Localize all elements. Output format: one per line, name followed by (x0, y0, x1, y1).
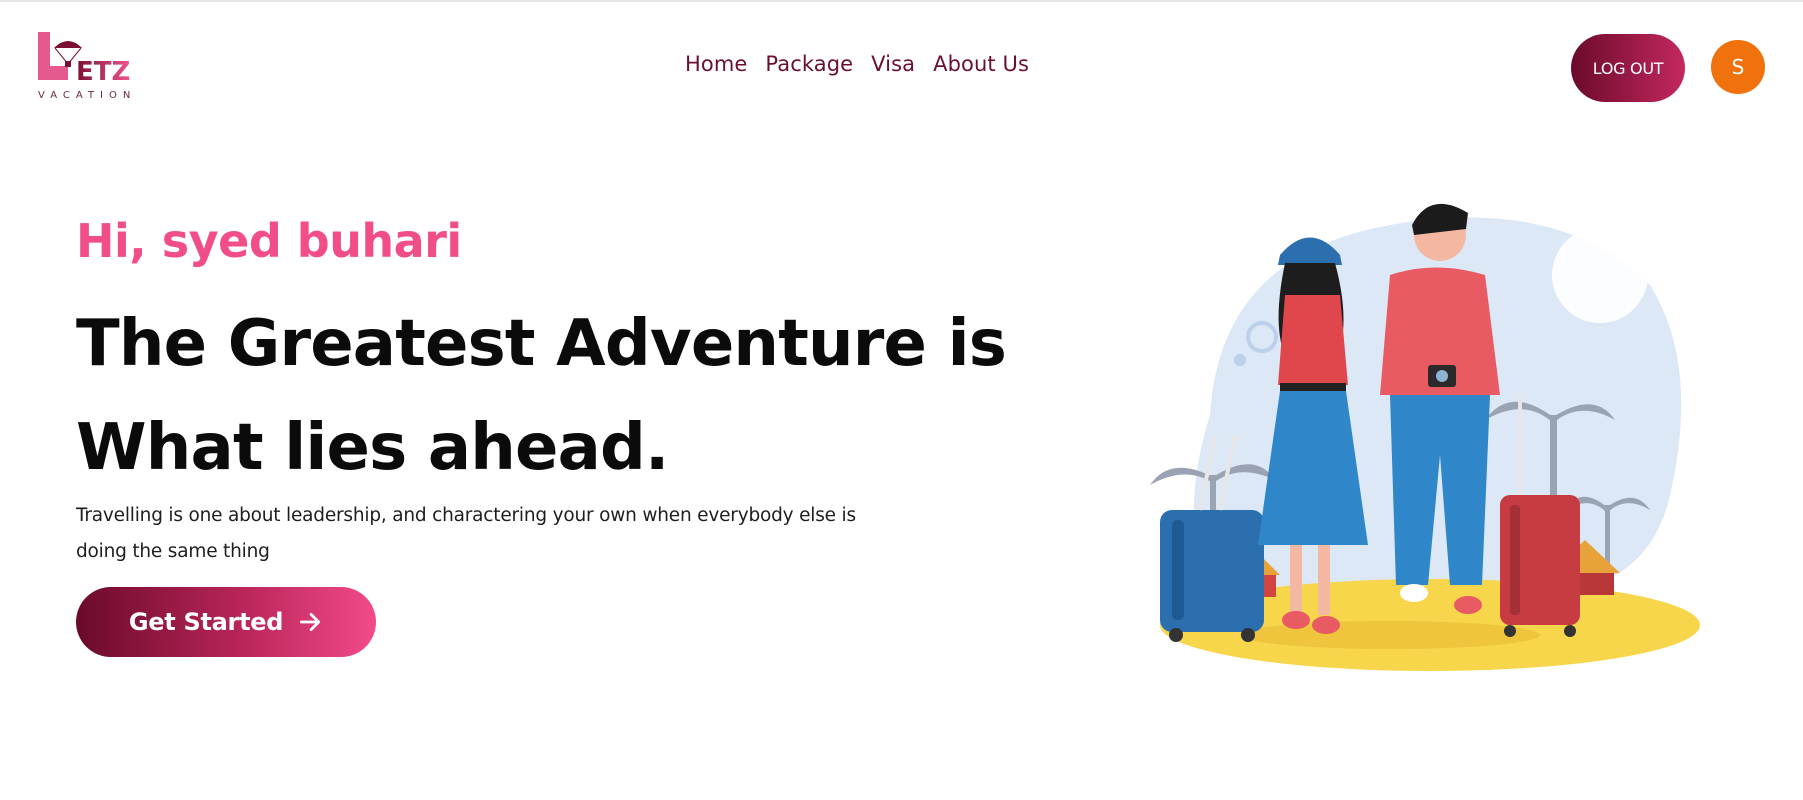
svg-text:VACATION: VACATION (38, 90, 136, 101)
nav-item-visa[interactable]: Visa (871, 52, 915, 76)
nav-item-about-us[interactable]: About Us (933, 52, 1029, 76)
headline-line-2: What lies ahead. (76, 411, 669, 485)
hero-headline: The Greatest Adventure is What lies ahea… (76, 292, 1036, 500)
arrow-right-icon (300, 613, 321, 631)
user-avatar[interactable]: S (1711, 40, 1765, 94)
greeting-text: Hi, syed buhari (76, 214, 462, 268)
brand-logo[interactable]: ETZ VACATION (36, 28, 176, 102)
top-border (0, 0, 1803, 2)
nav-item-home[interactable]: Home (685, 52, 747, 76)
travel-couple-illustration (1090, 165, 1710, 695)
hero-description: Travelling is one about leadership, and … (76, 505, 856, 562)
nav-item-package[interactable]: Package (765, 52, 853, 76)
main-nav: Home Package Visa About Us (685, 52, 1029, 76)
logout-button[interactable]: LOG OUT (1571, 34, 1685, 102)
get-started-label: Get Started (128, 608, 284, 636)
headline-line-1: The Greatest Adventure is (76, 307, 1007, 381)
get-started-button[interactable]: Get Started (76, 587, 376, 657)
logo-icon: ETZ VACATION (38, 32, 136, 101)
svg-text:ETZ: ETZ (76, 57, 130, 87)
